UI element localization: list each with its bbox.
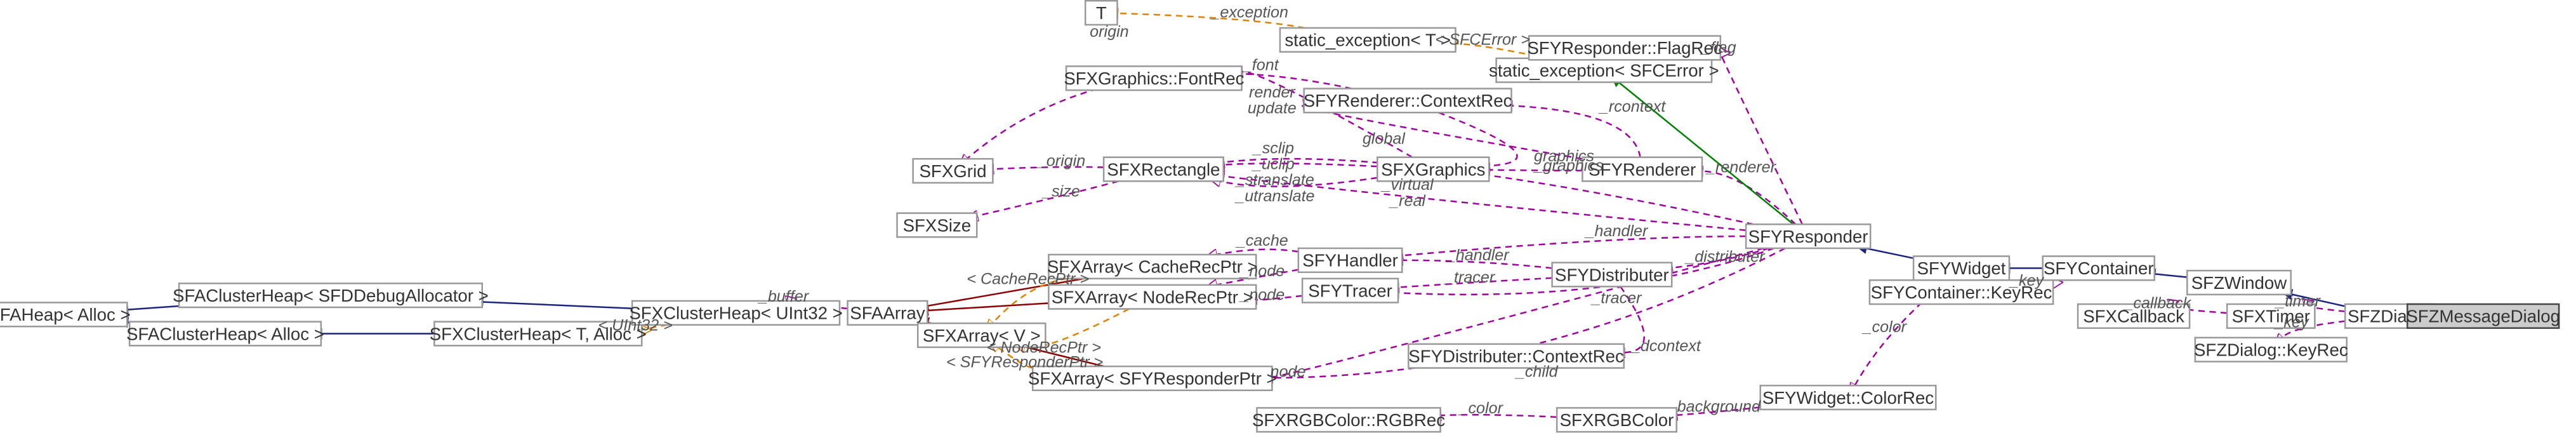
edge-label: _color	[1458, 399, 1504, 417]
edge-label: _key	[2009, 272, 2045, 290]
node-SFZWindow[interactable]: SFZWindow	[2187, 270, 2290, 295]
edge-label: _handler	[1585, 222, 1649, 240]
edge-label: node	[1271, 363, 1306, 380]
node-SFXArray_NodeRecPtr[interactable]: SFXArray< NodeRecPtr >	[1048, 285, 1256, 309]
node-SFXRectangle[interactable]: SFXRectangle	[1104, 157, 1224, 182]
edge-label: _node	[1239, 262, 1285, 280]
edge-label: _tracer	[1590, 290, 1642, 307]
edge-label: _stranslate	[1235, 171, 1314, 189]
edge-label: < SFYResponderPtr >	[946, 353, 1103, 371]
edge-label: _color	[1862, 318, 1908, 336]
edge-label: _sclip	[1252, 139, 1294, 157]
collaboration-graph: SFAHeap< Alloc > SFAClusterHeap< SFDDebug…	[0, 0, 2576, 447]
edge-label: _virtual	[1381, 176, 1434, 194]
edge-label: _child	[1515, 363, 1559, 380]
edge-label: _graphics	[1533, 157, 1604, 175]
node-static_exception_SFCError[interactable]: static_exception< SFCError >	[1489, 58, 1719, 83]
node-SFYTracer[interactable]: SFYTracer	[1302, 279, 1398, 303]
edge-label: _renderer	[1705, 159, 1777, 177]
edge-label: _rcontext	[1599, 98, 1666, 116]
edge-label: < UInt32 >	[598, 316, 672, 334]
edge-SFYWidget-SFYResponder	[1866, 248, 1913, 258]
node-SFAHeap_Alloc[interactable]: SFAHeap< Alloc >	[0, 302, 131, 326]
node-SFXRGBColor_RGBRec[interactable]: SFXRGBColor::RGBRec	[1252, 408, 1445, 432]
edge-label: _real	[1389, 192, 1426, 210]
edge-label: _buffer	[758, 288, 810, 305]
edge-label: _callback	[2123, 294, 2191, 312]
node-SFYResponder[interactable]: SFYResponder	[1746, 224, 1870, 248]
edge-label: _uclip	[1252, 156, 1295, 173]
edge-SFXClusterHeap_UInt32-SFAClusterHeap_SFDDebugAllocator	[482, 302, 632, 308]
edge-label: < SFCError >	[1436, 30, 1530, 48]
edge-SFXArray_NodeRecPtr-SFAArray	[927, 304, 1048, 311]
node-SFAClusterHeap_Alloc[interactable]: SFAClusterHeap< Alloc >	[126, 322, 324, 346]
node-SFXGraphics_FontRec[interactable]: SFXGraphics::FontRec	[1064, 66, 1244, 90]
edge-label: _utranslate	[1234, 187, 1314, 205]
edge-label: background	[1677, 398, 1761, 416]
node-T[interactable]: T	[1085, 1, 1117, 25]
node-SFXSize[interactable]: SFXSize	[897, 213, 977, 237]
edge-label: _origin	[1036, 152, 1085, 170]
edge-label: _tracer	[1444, 269, 1496, 286]
edge-label: _flag	[1700, 39, 1736, 57]
edge-label: _timer	[2275, 293, 2321, 310]
edge-label: origin	[1090, 23, 1128, 41]
edge-label: _dcontext	[1630, 337, 1701, 355]
edge-SFZWindow-SFYContainer	[2155, 274, 2188, 277]
edge-label: _cache	[1236, 232, 1288, 250]
node-SFYRenderer_ContextRec[interactable]: SFYRenderer::ContextRec	[1304, 89, 1512, 113]
edge-label: _size	[1041, 182, 1080, 200]
node-SFYContainer[interactable]: SFYContainer	[2043, 257, 2155, 281]
node-static_exception_T[interactable]: static_exception< T >	[1280, 28, 1456, 52]
edge-SFXGraphics-SFXRectangle	[1224, 163, 1378, 166]
node-SFYWidget[interactable]: SFYWidget	[1913, 257, 2009, 281]
node-SFZMessageDialog[interactable]: SFZMessageDialog	[2406, 304, 2560, 328]
edge-SFAClusterHeap_SFDDebugAllocator-SFAHeap_Alloc	[127, 306, 179, 310]
node-SFYHandler[interactable]: SFYHandler	[1298, 248, 1402, 272]
node-SFZDialog_KeyRec[interactable]: SFZDialog::KeyRec	[2194, 338, 2348, 362]
node-SFXRGBColor[interactable]: SFXRGBColor	[1557, 408, 1677, 432]
node-SFYWidget_ColorRec[interactable]: SFYWidget::ColorRec	[1760, 385, 1936, 410]
edge-label: < CacheRecPtr >	[967, 270, 1089, 288]
edge-label: update	[1248, 100, 1297, 117]
edge-label: render	[1249, 83, 1296, 101]
node-SFYResponder_FlagRec[interactable]: SFYResponder::FlagRec	[1527, 36, 1722, 60]
edge-label: _exception	[1210, 4, 1288, 22]
edge-label: global	[1363, 130, 1406, 147]
edge-label: _node	[1239, 286, 1285, 304]
edge-label: _font	[1242, 57, 1279, 74]
edge-label: _handler	[1446, 246, 1510, 264]
node-SFXGrid[interactable]: SFXGrid	[913, 159, 993, 183]
node-SFAClusterHeap_SFDDebugAllocator[interactable]: SFAClusterHeap< SFDDebugAllocator >	[173, 283, 489, 307]
node-SFYDistributer[interactable]: SFYDistributer	[1552, 263, 1672, 287]
edge-label: _distributer	[1684, 248, 1766, 265]
node-SFAArray[interactable]: SFAArray	[848, 301, 928, 325]
edge-label: _key	[2273, 313, 2309, 331]
